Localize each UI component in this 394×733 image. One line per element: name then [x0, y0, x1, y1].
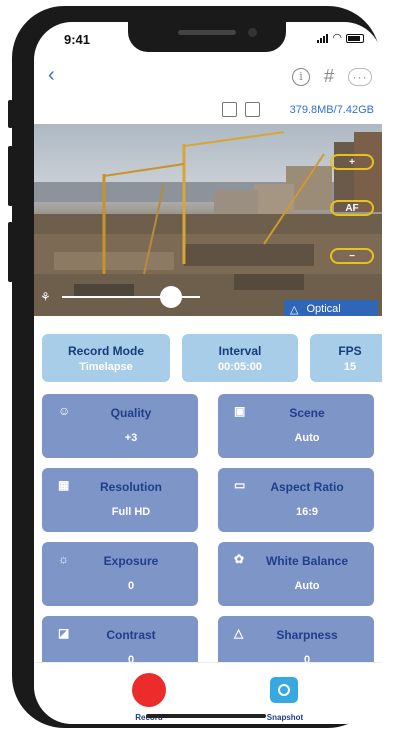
quality-label: Quality: [110, 406, 152, 420]
storage-row: 379.8MB/7.42GB: [34, 102, 382, 120]
aspect-ratio-card[interactable]: ▭ Aspect Ratio 16:9: [218, 468, 374, 532]
zoom-in-button[interactable]: +: [330, 154, 374, 170]
wifi-icon: ◠: [332, 32, 342, 44]
volume-up-button: [8, 146, 13, 206]
zoom-icon: ⚘: [40, 290, 51, 304]
scene-value: Auto: [294, 432, 320, 444]
sharpness-label: Sharpness: [276, 628, 338, 642]
construction-scene-image: [34, 131, 382, 316]
status-icons: ◠: [317, 32, 364, 44]
record-button[interactable]: [132, 673, 166, 707]
optical-icon: △: [290, 303, 299, 316]
fps-pill[interactable]: FPS 15: [310, 334, 382, 382]
record-mode-label: Record Mode: [67, 343, 144, 358]
phone-frame: 9:41 ◠ ‹ i # ··· 379.8MB/7.42GB + AF − ⚘…: [8, 6, 382, 728]
scene-card[interactable]: ▣ Scene Auto: [218, 394, 374, 458]
sharpness-value: 0: [303, 654, 311, 662]
camera-icon[interactable]: [270, 677, 298, 703]
phone-screen: 9:41 ◠ ‹ i # ··· 379.8MB/7.42GB + AF − ⚘…: [34, 22, 382, 724]
record-mode-pill[interactable]: Record Mode Timelapse: [42, 334, 170, 382]
interval-value: 00:05:00: [217, 360, 263, 373]
nav-bar: ‹ i # ···: [34, 62, 382, 92]
more-icon[interactable]: ···: [348, 67, 372, 86]
volume-down-button: [8, 222, 13, 282]
interval-label: Interval: [218, 343, 262, 358]
fps-value: 15: [343, 360, 357, 373]
sd-card-icon: [245, 102, 260, 117]
camera-preview[interactable]: + AF − ⚘ △ Optical: [34, 124, 382, 316]
notch: [128, 22, 286, 52]
white-balance-card[interactable]: ✿ White Balance Auto: [218, 542, 374, 606]
storage-text: 379.8MB/7.42GB: [289, 104, 374, 116]
white-balance-label: White Balance: [265, 554, 349, 568]
device-icon: [222, 102, 237, 117]
battery-icon: [346, 33, 364, 43]
optical-label: Optical: [306, 303, 341, 315]
quality-value: +3: [124, 432, 138, 444]
grid-icon[interactable]: #: [324, 66, 334, 87]
autofocus-button[interactable]: AF: [330, 200, 374, 216]
contrast-label: Contrast: [106, 628, 156, 642]
contrast-card[interactable]: ◪ Contrast 0: [42, 616, 198, 662]
aspect-ratio-label: Aspect Ratio: [270, 480, 344, 494]
bottom-bar: Record Snapshot: [34, 662, 382, 724]
resolution-card[interactable]: ▦ Resolution Full HD: [42, 468, 198, 532]
zoom-out-button[interactable]: −: [330, 248, 374, 264]
exposure-card[interactable]: ☼ Exposure 0: [42, 542, 198, 606]
resolution-label: Resolution: [100, 480, 162, 494]
white-balance-value: Auto: [294, 580, 320, 592]
quality-card[interactable]: ☺ Quality +3: [42, 394, 198, 458]
scene-label: Scene: [289, 406, 325, 420]
record-mode-value: Timelapse: [79, 360, 133, 373]
exposure-label: Exposure: [103, 554, 159, 568]
optical-zoom-badge[interactable]: △ Optical: [284, 300, 378, 316]
info-icon[interactable]: i: [291, 67, 310, 86]
back-button[interactable]: ‹: [48, 64, 55, 87]
zoom-slider-handle[interactable]: [160, 286, 182, 308]
home-indicator: [146, 714, 266, 718]
resolution-value: Full HD: [111, 506, 151, 518]
fps-label: FPS: [338, 343, 362, 358]
signal-icon: [317, 33, 329, 43]
interval-pill[interactable]: Interval 00:05:00: [182, 334, 298, 382]
exposure-value: 0: [127, 580, 135, 592]
settings-grid: ☺ Quality +3 ▣ Scene Auto ▦ Resolution F…: [34, 388, 382, 662]
sharpness-card[interactable]: △ Sharpness 0: [218, 616, 374, 662]
contrast-value: 0: [127, 654, 135, 662]
mute-switch: [8, 100, 13, 128]
status-time: 9:41: [64, 32, 91, 47]
aspect-ratio-value: 16:9: [295, 506, 319, 518]
